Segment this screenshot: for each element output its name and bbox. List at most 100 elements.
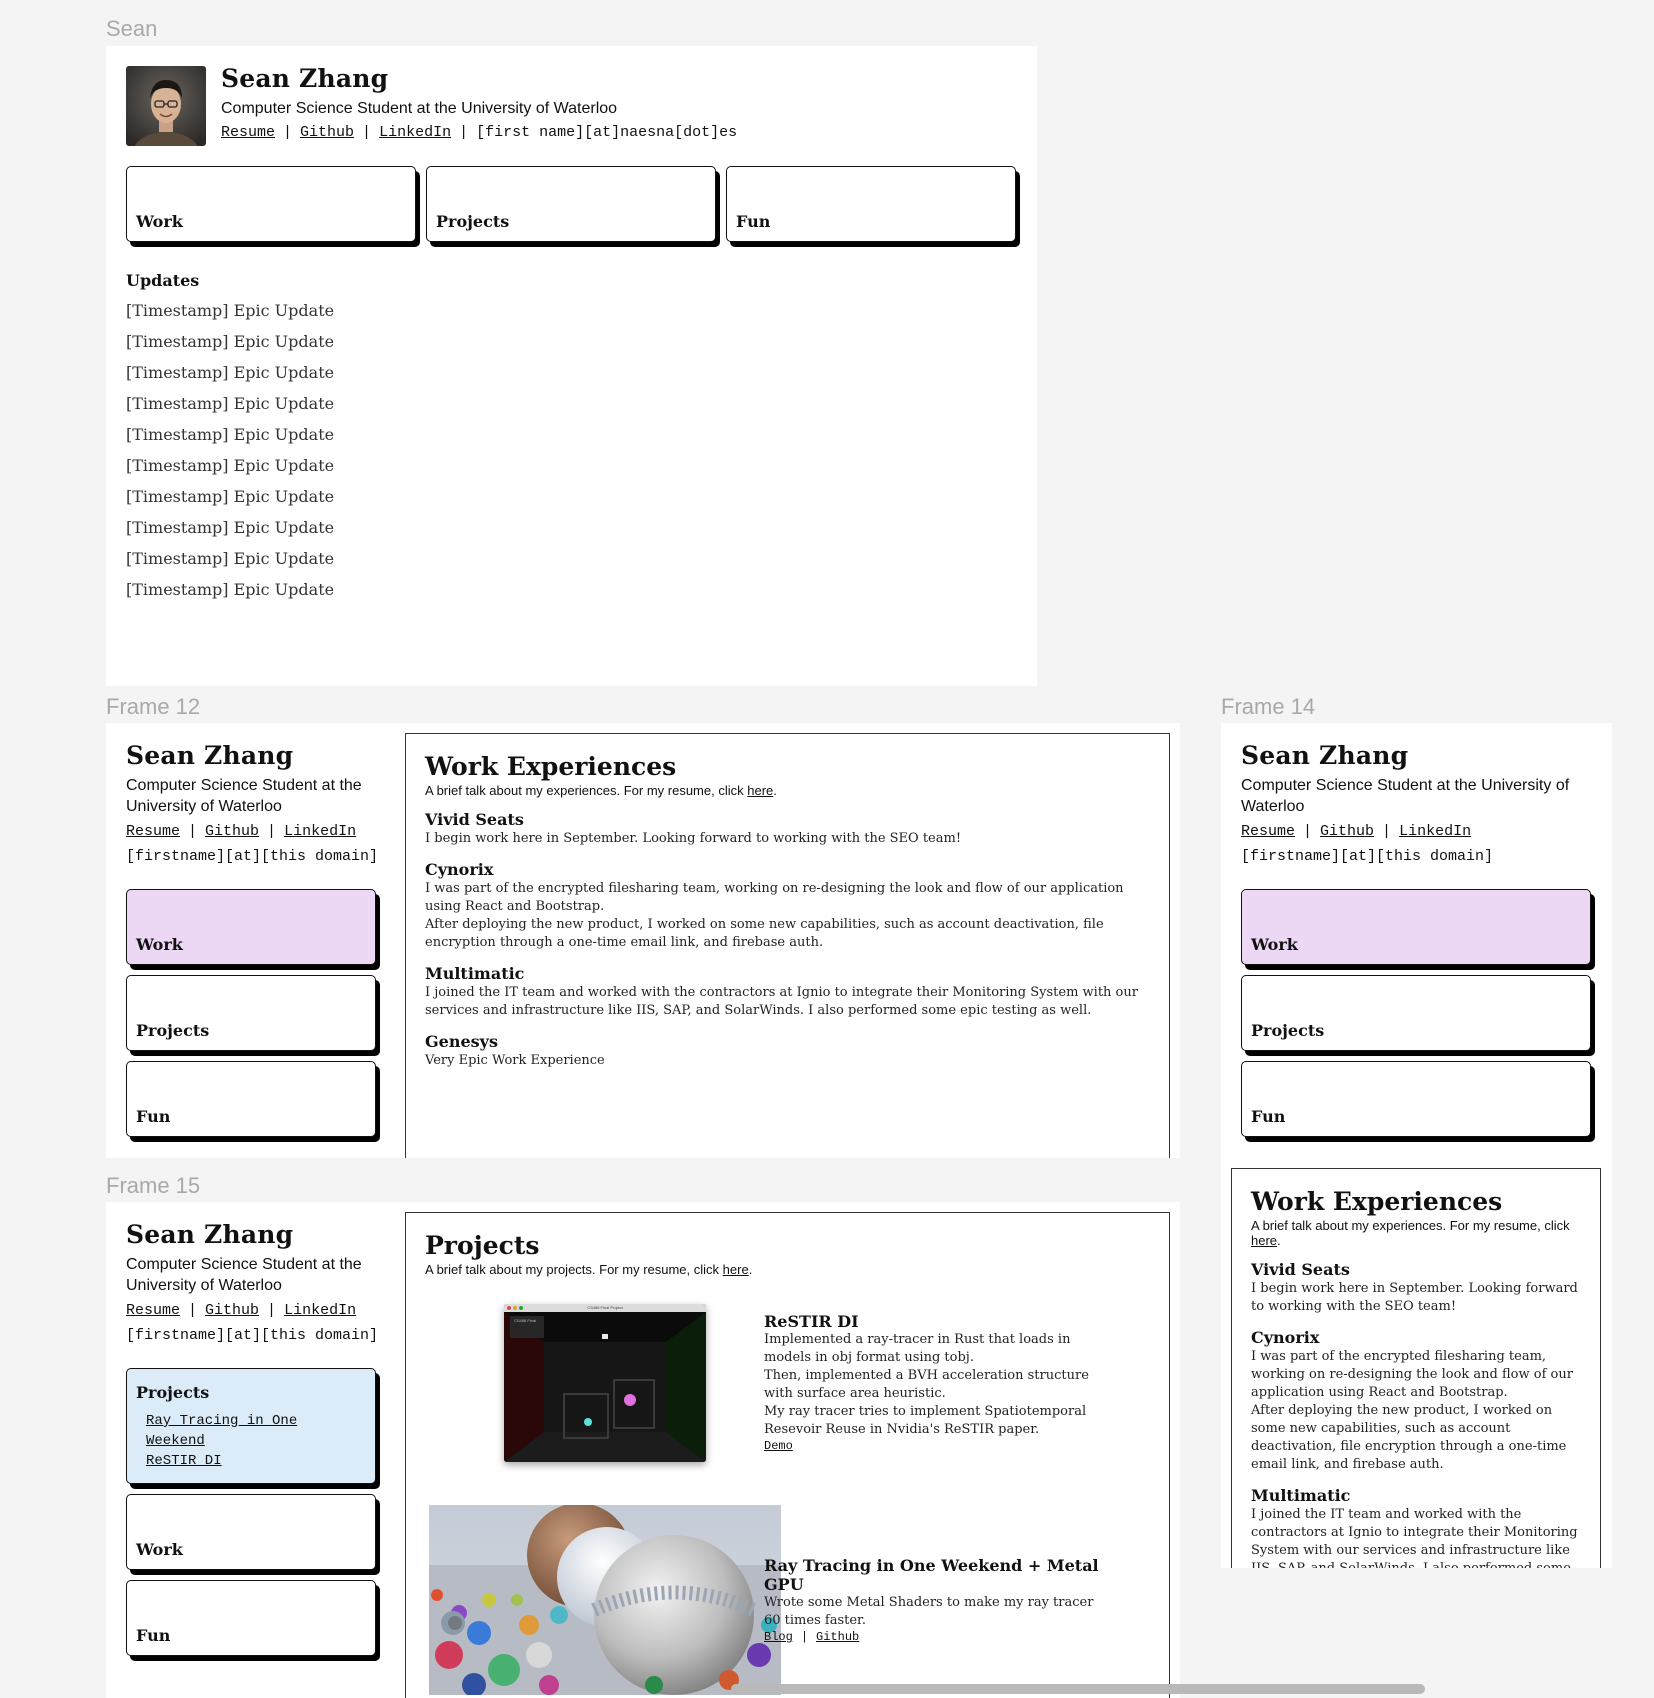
update-item: [Timestamp] Epic Update: [126, 332, 335, 351]
project-title: ReSTIR DI: [764, 1312, 859, 1331]
frame-label-12: Frame 12: [106, 694, 201, 719]
linkedin-link[interactable]: LinkedIn: [284, 1302, 356, 1319]
github-link[interactable]: Github: [1320, 823, 1374, 840]
project-link-rtow[interactable]: Ray Tracing in One Weekend: [146, 1413, 297, 1449]
update-item: [Timestamp] Epic Update: [126, 301, 335, 320]
profile-name: Sean Zhang: [221, 64, 389, 93]
profile-name: Sean Zhang: [126, 1220, 294, 1249]
work-entry-text: I begin work here in September. Looking …: [425, 831, 962, 846]
github-link[interactable]: Github: [205, 1302, 259, 1319]
github-link[interactable]: Github: [300, 124, 354, 141]
nav-card-work[interactable]: Work: [1241, 889, 1591, 965]
linkedin-link[interactable]: LinkedIn: [1399, 823, 1471, 840]
work-entry-text: After deploying the new product, I worke…: [1251, 1403, 1567, 1472]
resume-here-link[interactable]: here: [723, 1262, 749, 1277]
nav-card-label: Work: [136, 212, 183, 231]
profile-links: Resume | Github | LinkedIn: [1241, 823, 1472, 840]
nav-card-projects[interactable]: Projects: [126, 975, 376, 1051]
email-text: [firstname][at][this domain]: [126, 1327, 379, 1344]
render-tab-label: CS488 Final: [514, 1318, 536, 1323]
profile-name: Sean Zhang: [126, 741, 294, 770]
project-text: Implemented a ray-tracer in Rust that lo…: [764, 1331, 1104, 1439]
resume-here-link[interactable]: here: [747, 783, 773, 798]
nav-card-label: Projects: [136, 1383, 210, 1402]
nav-card-label: Fun: [1251, 1107, 1286, 1126]
work-title: Work Experiences: [1251, 1187, 1503, 1216]
profile-tagline: Computer Science Student at the Universi…: [126, 1256, 362, 1294]
restir-screenshot: CS488 Final Project CS488 Final: [504, 1304, 706, 1462]
update-item: [Timestamp] Epic Update: [126, 487, 335, 506]
frame-label-14: Frame 14: [1221, 694, 1316, 719]
update-item: [Timestamp] Epic Update: [126, 394, 335, 413]
linkedin-link[interactable]: LinkedIn: [284, 823, 356, 840]
nav-card-work[interactable]: Work: [126, 1494, 376, 1570]
profile-tagline: Computer Science Student at the Universi…: [1241, 777, 1570, 815]
work-panel: Work Experiences A brief talk about my e…: [1231, 1168, 1601, 1568]
restir-description: ReSTIR DI Implemented a ray-tracer in Ru…: [764, 1312, 1104, 1453]
resume-link[interactable]: Resume: [1241, 823, 1295, 840]
nav-card-fun[interactable]: Fun: [726, 166, 1016, 242]
nav-card-label: Fun: [736, 212, 771, 231]
profile-links: Resume | Github | LinkedIn: [126, 1302, 357, 1319]
work-intro: A brief talk about my experiences. For m…: [425, 783, 777, 798]
nav-card-projects[interactable]: Projects Ray Tracing in One Weekend ReST…: [126, 1368, 376, 1484]
nav-card-fun[interactable]: Fun: [126, 1061, 376, 1137]
update-item: [Timestamp] Epic Update: [126, 456, 335, 475]
work-entry-title: Cynorix: [425, 860, 494, 879]
update-item: [Timestamp] Epic Update: [126, 518, 335, 537]
work-entry-title: Multimatic: [1251, 1486, 1351, 1505]
window-title: CS488 Final Project: [587, 1305, 623, 1310]
work-title: Work Experiences: [425, 752, 677, 781]
github-link[interactable]: Github: [816, 1630, 859, 1644]
work-entry-text: After deploying the new product, I worke…: [425, 917, 1104, 950]
resume-link[interactable]: Resume: [126, 823, 180, 840]
nav-card-fun[interactable]: Fun: [126, 1580, 376, 1656]
frame-label-sean: Sean: [106, 16, 158, 41]
github-link[interactable]: Github: [205, 823, 259, 840]
frame-15: Sean Zhang Computer Science Student at t…: [106, 1202, 1180, 1698]
work-entry-text: I begin work here in September. Looking …: [1251, 1281, 1578, 1314]
demo-link[interactable]: Demo: [764, 1439, 793, 1453]
project-text: Wrote some Metal Shaders to make my ray …: [764, 1594, 1114, 1630]
update-item: [Timestamp] Epic Update: [126, 549, 335, 568]
projects-intro: A brief talk about my projects. For my r…: [425, 1262, 753, 1277]
project-link-restir[interactable]: ReSTIR DI: [146, 1453, 222, 1469]
frame-14: Sean Zhang Computer Science Student at t…: [1221, 723, 1612, 1568]
projects-panel: Projects A brief talk about my projects.…: [405, 1212, 1170, 1698]
rtow-render-image: [429, 1505, 781, 1695]
project-sublinks: Ray Tracing in One Weekend ReSTIR DI: [146, 1411, 316, 1471]
render-image: CS488 Final: [504, 1312, 706, 1462]
nav-card-label: Work: [1251, 935, 1298, 954]
nav-card-label: Work: [136, 935, 183, 954]
resume-link[interactable]: Resume: [126, 1302, 180, 1319]
project-line: Then, implemented a BVH acceleration str…: [764, 1368, 1089, 1401]
resume-here-link[interactable]: here: [1251, 1233, 1277, 1248]
profile-name: Sean Zhang: [1241, 741, 1409, 770]
resume-link[interactable]: Resume: [221, 124, 275, 141]
nav-card-work[interactable]: Work: [126, 889, 376, 965]
project-line: My ray tracer tries to implement Spatiot…: [764, 1404, 1087, 1437]
nav-card-projects[interactable]: Projects: [1241, 975, 1591, 1051]
nav-card-projects[interactable]: Projects: [426, 166, 716, 242]
projects-title: Projects: [425, 1231, 540, 1260]
nav-card-fun[interactable]: Fun: [1241, 1061, 1591, 1137]
linkedin-link[interactable]: LinkedIn: [379, 124, 451, 141]
nav-card-label: Work: [136, 1540, 183, 1559]
profile-links: Resume | Github | LinkedIn | [first name][at]n…: [221, 124, 738, 141]
update-item: [Timestamp] Epic Update: [126, 363, 335, 382]
nav-card-label: Fun: [136, 1626, 171, 1645]
work-entry-title: Vivid Seats: [1251, 1260, 1350, 1279]
email-text: [first name][at]naesna[dot]es: [476, 124, 738, 141]
work-entry-title: Genesys: [425, 1032, 498, 1051]
update-item: [Timestamp] Epic Update: [126, 580, 335, 599]
project-links: Blog | Github: [764, 1630, 860, 1644]
nav-card-label: Fun: [136, 1107, 171, 1126]
rtow-description: Ray Tracing in One Weekend + Metal GPU W…: [764, 1556, 1114, 1644]
project-links: Demo: [764, 1439, 1104, 1453]
blog-link[interactable]: Blog: [764, 1630, 793, 1644]
horizontal-scrollbar[interactable]: [731, 1684, 1425, 1694]
nav-card-label: Projects: [1251, 1021, 1325, 1040]
nav-card-work[interactable]: Work: [126, 166, 416, 242]
window-titlebar: CS488 Final Project: [504, 1304, 706, 1312]
work-entry-text: I was part of the encrypted filesharing …: [1251, 1349, 1573, 1400]
